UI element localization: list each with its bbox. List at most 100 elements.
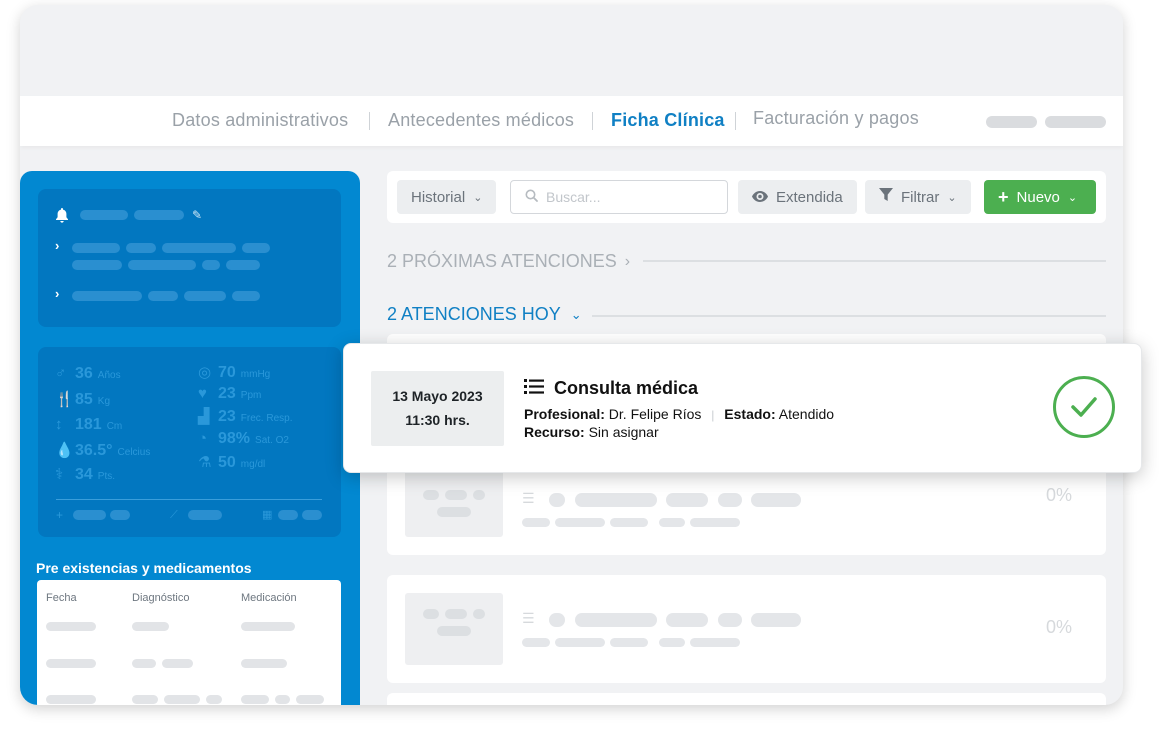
- placeholder-pill: [148, 291, 178, 301]
- alerts-panel: ✎ › ›: [38, 189, 341, 327]
- table-row-placeholder: [275, 695, 290, 704]
- vital-unit: Frec. Resp.: [240, 413, 293, 424]
- placeholder-pill: [445, 490, 467, 500]
- drop-icon: 💧: [55, 442, 74, 459]
- list-icon: ☰: [522, 610, 535, 626]
- placeholder-pill: [232, 291, 260, 301]
- placeholder-pill: [72, 291, 142, 301]
- calendar-icon[interactable]: ▦: [262, 508, 272, 522]
- flask-icon: ⚗: [198, 454, 212, 471]
- placeholder-pill: [690, 638, 740, 647]
- table-row-placeholder: [162, 659, 193, 668]
- placeholder-pill: [666, 493, 708, 507]
- bell-icon[interactable]: [55, 208, 69, 225]
- placeholder-pill: [610, 638, 648, 647]
- placeholder-pill: [134, 210, 184, 220]
- extended-view-button[interactable]: Extendida: [738, 180, 857, 214]
- tab-antecedentes-medicos[interactable]: Antecedentes médicos: [388, 110, 574, 131]
- date-placeholder: [405, 593, 503, 665]
- vital-saturation: ◔ 98% Sat. O2: [198, 430, 289, 448]
- placeholder-pill: [473, 609, 485, 619]
- placeholder-pill: [302, 510, 322, 520]
- placeholder-pill: [659, 638, 685, 647]
- list-icon: ☰: [522, 490, 535, 506]
- check-circle-icon: [1053, 376, 1115, 438]
- chevron-right-icon[interactable]: ›: [55, 239, 59, 253]
- header-placeholder-pill: [1045, 116, 1106, 128]
- list-icon: [524, 378, 544, 399]
- new-button[interactable]: + Nuevo ⌄: [984, 180, 1096, 214]
- resource-label: Recurso:: [524, 424, 585, 440]
- table-row-placeholder: [241, 659, 287, 668]
- placeholder-pill: [522, 638, 550, 647]
- compass-icon: ◔: [198, 430, 208, 447]
- filter-dropdown[interactable]: Filtrar ⌄: [865, 180, 971, 214]
- appointment-title: Consulta médica: [554, 378, 699, 398]
- toolbar: Historial ⌄ Buscar... Extendida Filtrar …: [387, 171, 1106, 223]
- vital-unit: Kg: [97, 396, 111, 407]
- plus-icon[interactable]: +: [56, 508, 63, 522]
- table-row-placeholder: [132, 622, 169, 631]
- history-dropdown[interactable]: Historial ⌄: [397, 180, 497, 214]
- table-row-placeholder: [206, 695, 222, 704]
- vital-pressure: ◎ 70 mmHg: [198, 363, 270, 382]
- stethoscope-icon: ⚕: [55, 466, 64, 483]
- plus-icon: +: [998, 186, 1009, 207]
- pencil-icon[interactable]: ✎: [192, 208, 202, 222]
- appointment-card[interactable]: ☰ 0%: [387, 575, 1106, 683]
- vital-value: 181: [75, 416, 102, 433]
- section-divider: [643, 260, 1106, 262]
- upcoming-section-toggle[interactable]: 2 PRÓXIMAS ATENCIONES ›: [387, 251, 630, 272]
- placeholder-pill: [162, 243, 236, 253]
- vital-value: 36: [75, 365, 93, 382]
- appointment-time: 11:30 hrs.: [405, 412, 470, 428]
- vital-unit: Ppm: [240, 390, 262, 401]
- today-section-toggle[interactable]: 2 ATENCIONES HOY ⌄: [387, 304, 582, 325]
- appointment-card-highlighted[interactable]: 13 Mayo 2023 11:30 hrs. Consulta médica …: [343, 343, 1142, 473]
- tab-ficha-clinica[interactable]: Ficha Clínica: [611, 110, 725, 131]
- tab-facturacion-y-pagos[interactable]: Facturación y pagos: [753, 108, 919, 129]
- placeholder-pill: [184, 291, 226, 301]
- vital-value: 70: [218, 364, 236, 381]
- tab-datos-administrativos[interactable]: Datos administrativos: [172, 110, 348, 131]
- appointment-details: Profesional: Dr. Felipe Ríos | Estado: A…: [524, 406, 834, 422]
- tab-separator: [592, 112, 593, 130]
- chevron-down-icon: ⌄: [570, 306, 582, 322]
- tab-separator: [735, 112, 736, 130]
- placeholder-pill: [423, 609, 439, 619]
- vital-unit: mg/dl: [240, 459, 266, 470]
- vital-value: 36.5°: [75, 442, 113, 459]
- utensils-icon: 🍴: [55, 391, 74, 408]
- vital-value: 85: [75, 391, 93, 408]
- placeholder-pill: [522, 518, 550, 527]
- vital-value: 23: [218, 408, 236, 425]
- vital-height: ↕ 181 Cm: [55, 416, 122, 434]
- placeholder-pill: [555, 638, 605, 647]
- placeholder-pill: [473, 490, 485, 500]
- tab-separator: [369, 112, 370, 130]
- appointment-resource: Recurso: Sin asignar: [524, 424, 659, 440]
- appointment-date-box: 13 Mayo 2023 11:30 hrs.: [371, 371, 504, 446]
- line-chart-icon[interactable]: ⟋: [170, 508, 178, 522]
- appointment-card[interactable]: [387, 693, 1106, 705]
- placeholder-pill: [423, 490, 439, 500]
- divider: [56, 499, 322, 500]
- chevron-down-icon: ⌄: [947, 191, 957, 204]
- table-row-placeholder: [296, 695, 324, 704]
- detail-separator: |: [711, 408, 715, 422]
- vital-score: ⚕ 34 Pts.: [55, 465, 115, 484]
- upcoming-section-title: 2 PRÓXIMAS ATENCIONES: [387, 251, 617, 271]
- vital-value: 23: [218, 385, 236, 402]
- placeholder-pill: [718, 613, 742, 627]
- vital-unit: Pts.: [97, 471, 116, 482]
- progress-percent: 0%: [1045, 617, 1072, 637]
- table-row-placeholder: [46, 659, 96, 668]
- placeholder-pill: [437, 626, 471, 636]
- placeholder-pill: [128, 260, 196, 270]
- vital-unit: mmHg: [240, 369, 271, 380]
- height-arrows-icon: ↕: [55, 416, 63, 433]
- chevron-right-icon[interactable]: ›: [55, 287, 59, 301]
- search-input[interactable]: Buscar...: [510, 180, 728, 214]
- male-icon: ♂: [55, 365, 67, 382]
- placeholder-pill: [202, 260, 220, 270]
